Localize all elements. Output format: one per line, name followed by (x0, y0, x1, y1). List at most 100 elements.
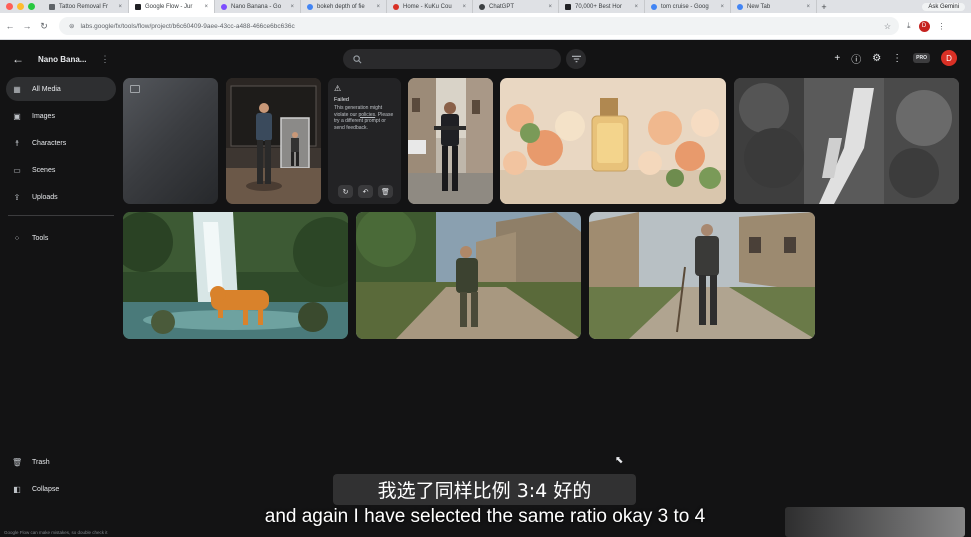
filter-icon (571, 55, 581, 63)
project-menu-icon[interactable]: ⋮ (100, 54, 109, 65)
tab-favicon-icon (393, 3, 399, 10)
media-tile-image[interactable] (226, 78, 321, 204)
tab-close-icon[interactable]: × (204, 4, 208, 10)
media-tile-placeholder[interactable] (123, 78, 218, 204)
search-input[interactable] (343, 49, 561, 69)
browser-tab[interactable]: ChatGPT × (473, 0, 559, 13)
user-avatar[interactable]: D (941, 50, 957, 66)
bookmark-star-icon[interactable]: ☆ (884, 22, 891, 31)
sidebar-collapse-button[interactable]: ◧ Collapse (6, 477, 116, 501)
minimize-window-button[interactable] (17, 3, 24, 10)
retry-icon[interactable]: ↻ (338, 185, 353, 198)
trash-icon: 🗑 (12, 457, 23, 467)
browser-tab[interactable]: Tattoo Removal Fr × (43, 0, 129, 13)
sidebar-divider (8, 215, 114, 216)
characters-icon: ☨ (14, 138, 20, 148)
tab-label: Tattoo Removal Fr (59, 3, 109, 10)
failed-message: This generation might violate our polici… (334, 105, 394, 131)
media-tile-failed[interactable]: ⚠ Failed This generation might violate o… (328, 78, 401, 204)
close-window-button[interactable] (6, 3, 13, 10)
tab-close-icon[interactable]: × (720, 4, 724, 10)
tab-close-icon[interactable]: × (548, 4, 552, 10)
tab-close-icon[interactable]: × (290, 4, 294, 10)
delete-icon[interactable]: 🗑 (378, 185, 393, 198)
collapse-icon: ◧ (13, 484, 21, 494)
address-bar[interactable]: ⊜ labs.google/fx/tools/flow/project/b6c6… (59, 17, 899, 35)
ask-gemini-button[interactable]: Ask Gemini (922, 2, 965, 11)
site-info-icon[interactable]: ⊜ (69, 22, 74, 30)
download-icon[interactable]: ⤓ (907, 21, 911, 31)
subtitle-english: and again I have selected the same ratio… (264, 506, 706, 527)
scenes-icon: ▭ (13, 165, 21, 175)
policies-link[interactable]: policies (358, 112, 375, 118)
window-controls (6, 3, 35, 10)
warning-icon: ⚠ (334, 84, 342, 93)
browser-tab[interactable]: tom cruise - Goog × (645, 0, 731, 13)
sidebar-item-uploads[interactable]: ⇪ Uploads (6, 185, 116, 209)
browser-tab[interactable]: bokeh depth of fie × (301, 0, 387, 13)
media-tile-image[interactable] (408, 78, 493, 204)
sidebar-item-label: Images (32, 112, 55, 120)
failed-actions: ↻ ↶ 🗑 (338, 185, 393, 198)
tab-close-icon[interactable]: × (462, 4, 466, 10)
images-icon: ▣ (13, 111, 21, 121)
filter-button[interactable] (566, 49, 586, 69)
tab-close-icon[interactable]: × (376, 4, 380, 10)
tab-label: Home - KuKu Cou (403, 3, 452, 10)
project-title[interactable]: Nano Bana... (38, 55, 86, 64)
uploads-icon: ⇪ (13, 192, 21, 202)
tab-label: New Tab (747, 3, 771, 10)
tab-label: bokeh depth of fie (317, 3, 365, 10)
media-tile-image[interactable] (500, 78, 726, 204)
browser-tab-strip: Tattoo Removal Fr × Google Flow - Jur × Na… (0, 0, 971, 13)
search-icon (353, 54, 362, 63)
tab-close-icon[interactable]: × (806, 4, 810, 10)
settings-gear-icon[interactable]: ⚙ (872, 53, 881, 64)
waterfall-black-and-white-image (734, 78, 959, 204)
browser-toolbar: ← → ↻ ⊜ labs.google/fx/tools/flow/projec… (0, 13, 971, 40)
hiker-in-village-image (356, 212, 581, 339)
perfume-and-roses-image (500, 78, 726, 204)
browser-tab-active[interactable]: Google Flow - Jur × (129, 0, 215, 13)
url-text: labs.google/fx/tools/flow/project/b6c604… (80, 22, 295, 30)
disclaimer-text: Google Flow can make mistakes, so double… (4, 530, 108, 535)
maximize-window-button[interactable] (28, 3, 35, 10)
reuse-prompt-icon[interactable]: ↶ (358, 185, 373, 198)
tab-favicon-icon (565, 3, 571, 10)
browser-tab[interactable]: 70,000+ Best Hor × (559, 0, 645, 13)
sidebar-item-trash[interactable]: 🗑 Trash (6, 450, 116, 474)
tab-favicon-icon (479, 3, 485, 10)
hiker-with-stick-image (589, 212, 815, 339)
browser-menu-icon[interactable]: ⋮ (938, 22, 946, 31)
sidebar-item-images[interactable]: ▣ Images (6, 104, 116, 128)
add-icon[interactable]: + (834, 53, 840, 64)
reload-icon[interactable]: ↻ (37, 21, 51, 32)
sidebar-item-all-media[interactable]: ▦ All Media (6, 77, 116, 101)
browser-back-icon[interactable]: ← (3, 21, 17, 31)
subtitle-chinese: 我选了同样比例 3:4 好的 (333, 474, 636, 505)
browser-tab[interactable]: New Tab × (731, 0, 817, 13)
media-tile-image[interactable] (734, 78, 959, 204)
tab-favicon-icon (737, 3, 743, 10)
browser-forward-icon[interactable]: → (20, 21, 34, 31)
sidebar-item-label: All Media (32, 85, 61, 93)
new-tab-button[interactable]: + (817, 2, 831, 12)
sidebar-item-characters[interactable]: ☨ Characters (6, 131, 116, 155)
sidebar-item-tools[interactable]: ⁘ Tools (6, 226, 116, 250)
browser-tab[interactable]: Nano Banana - Go × (215, 0, 301, 13)
all-media-icon: ▦ (13, 84, 21, 94)
profile-avatar[interactable]: D (918, 20, 930, 32)
sidebar-item-scenes[interactable]: ▭ Scenes (6, 158, 116, 182)
more-options-icon[interactable]: ⋮ (892, 53, 902, 64)
media-tile-image[interactable] (123, 212, 348, 339)
tab-favicon-icon (307, 3, 313, 10)
media-tile-image[interactable] (589, 212, 815, 339)
tab-close-icon[interactable]: × (118, 4, 122, 10)
tab-close-icon[interactable]: × (634, 4, 638, 10)
mouse-cursor-icon: ⬉ (615, 455, 624, 466)
media-tile-image[interactable] (356, 212, 581, 339)
browser-tab[interactable]: Home - KuKu Cou × (387, 0, 473, 13)
tab-favicon-icon (135, 3, 141, 10)
help-icon[interactable]: ⓘ (851, 51, 861, 66)
back-arrow-icon[interactable]: ← (12, 52, 28, 66)
